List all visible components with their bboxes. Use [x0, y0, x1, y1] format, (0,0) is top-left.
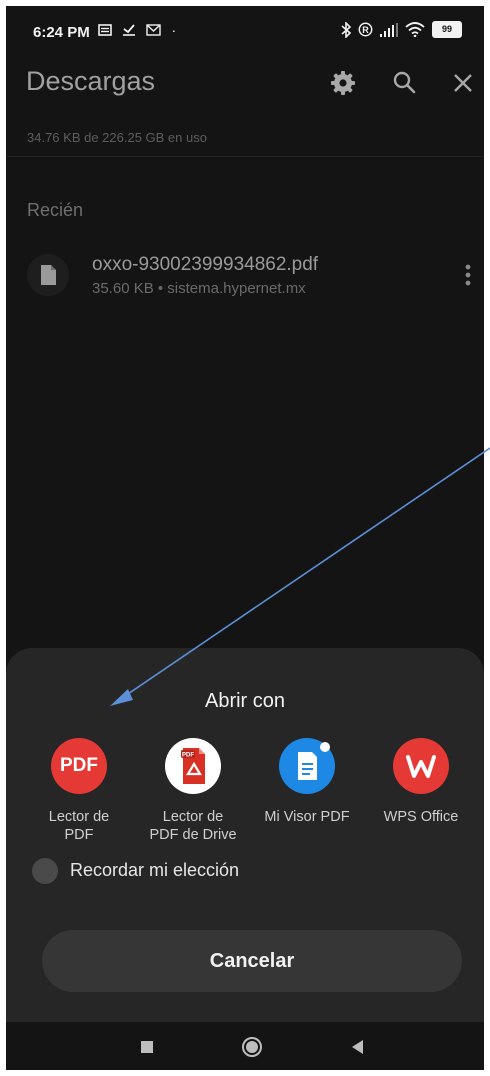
storage-usage: 34.76 KB de 226.25 GB en uso [27, 130, 207, 145]
drive-pdf-badge: PDF [182, 753, 194, 759]
message-icon [98, 24, 112, 36]
file-meta: 35.60 KB • sistema.hypernet.mx [92, 280, 306, 297]
pdf-reader-icon: PDF [51, 738, 107, 794]
app-option-pdf-reader[interactable]: PDF Lector de PDF [24, 738, 134, 848]
bluetooth-icon [341, 21, 351, 38]
app-label-pdf-reader: Lector de PDF [48, 809, 110, 843]
settings-gear-icon[interactable] [328, 68, 358, 98]
file-list-item[interactable]: oxxo-93002399934862.pdf 35.60 KB • siste… [6, 244, 484, 304]
phone-screen: 6:24 PM · R 99 Descargas 34.76 KB de 226… [6, 6, 484, 1070]
more-options-icon[interactable] [458, 262, 478, 288]
wifi-icon [405, 22, 425, 37]
download-done-icon [123, 24, 136, 36]
app-option-wps-office[interactable]: WPS Office [366, 738, 476, 848]
battery-icon: 99 [432, 21, 462, 38]
svg-text:R: R [362, 25, 369, 35]
close-icon[interactable] [448, 68, 478, 98]
file-name: oxxo-93002399934862.pdf [92, 254, 319, 275]
recents-button-icon[interactable] [136, 1036, 158, 1058]
app-option-drive-pdf[interactable]: PDF Lector de PDF de Drive [138, 738, 248, 848]
navigation-bar [6, 1022, 484, 1070]
signal-icon [380, 22, 398, 37]
search-icon[interactable] [390, 68, 420, 98]
home-button-icon[interactable] [241, 1036, 263, 1058]
system-icons: R 99 [341, 21, 462, 38]
notification-icons: · [98, 22, 182, 39]
pdf-reader-icon-text: PDF [60, 755, 98, 776]
open-with-sheet: Abrir con PDF Lector de PDF PDF Lector d… [6, 648, 484, 1028]
section-recent-label: Recién [27, 200, 84, 220]
page-title: Descargas [26, 66, 156, 96]
file-icon [27, 254, 69, 296]
app-label-mi-pdf-viewer: Mi Visor PDF [264, 809, 350, 825]
status-bar: 6:24 PM · R 99 [6, 6, 484, 56]
status-time: 6:24 PM [33, 24, 90, 41]
back-button-icon[interactable] [347, 1036, 369, 1058]
registered-icon: R [358, 22, 373, 37]
remember-label: Recordar mi elección [70, 860, 240, 880]
sheet-title: Abrir con [204, 690, 286, 712]
header-divider [6, 156, 484, 157]
drive-pdf-icon: PDF [165, 738, 221, 794]
more-notifications-dot: · [171, 22, 183, 38]
app-label-wps-office: WPS Office [383, 809, 459, 825]
mi-pdf-viewer-icon [279, 738, 335, 794]
wps-office-icon [393, 738, 449, 794]
gmail-icon [146, 24, 162, 36]
remember-radio[interactable] [32, 858, 58, 884]
cancel-button[interactable]: Cancelar [42, 930, 462, 992]
app-option-mi-pdf-viewer[interactable]: Mi Visor PDF [252, 738, 362, 848]
app-label-drive-pdf: Lector de PDF de Drive [149, 809, 237, 843]
